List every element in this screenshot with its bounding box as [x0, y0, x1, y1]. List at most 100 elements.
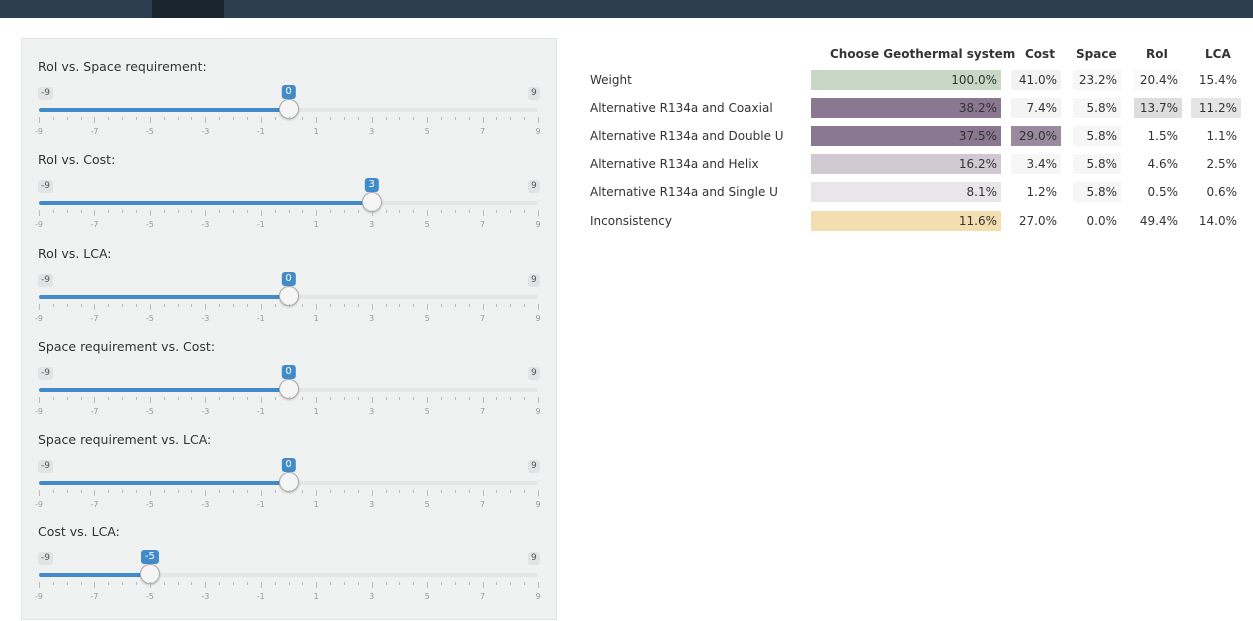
table-header-roi: RoI [1146, 47, 1168, 61]
slider-tick [136, 582, 138, 585]
slider-tick [302, 117, 304, 120]
slider-tick [39, 210, 40, 216]
slider-tick [468, 210, 470, 213]
table-cell: 37.5% [811, 126, 1001, 146]
slider-tick-label: -7 [90, 314, 99, 323]
slider-tick [39, 490, 40, 496]
slider-tick [538, 304, 539, 310]
slider-tick [80, 490, 82, 493]
slider-tick-label: -9 [35, 220, 43, 229]
slider-tick [343, 490, 345, 493]
slider-value-badge: 0 [281, 458, 296, 472]
slider-tick [538, 397, 539, 403]
slider-tick [246, 304, 248, 307]
table-cell: 38.2% [811, 98, 1001, 118]
slider-tick-label: -1 [256, 592, 265, 601]
slider-tick [233, 397, 235, 400]
slider-track[interactable] [39, 201, 538, 205]
slider-tick [39, 117, 40, 123]
table-row-label: Alternative R134a and Double U [590, 129, 784, 143]
slider-tick [274, 210, 276, 213]
slider-tick-label: -7 [90, 407, 99, 416]
slider-min-label: -9 [38, 87, 53, 100]
slider-tick [94, 582, 96, 588]
slider-tick [149, 397, 151, 403]
slider-min-label: -9 [38, 180, 53, 193]
slider-tick [108, 490, 110, 493]
slider-tick [149, 582, 151, 588]
slider-tick [510, 582, 512, 585]
slider-tick [288, 490, 290, 493]
slider-tick [413, 582, 415, 585]
slider-handle[interactable] [278, 379, 299, 399]
slider-tick [413, 490, 415, 493]
slider-handle[interactable] [139, 564, 160, 584]
slider-tick-label: -7 [90, 592, 99, 601]
slider-tick [482, 210, 484, 216]
slider-tick [260, 582, 262, 588]
slider-tick [219, 117, 221, 120]
slider-tick [427, 397, 429, 403]
slider-tick-label: -1 [256, 314, 265, 323]
slider-tick-label: 3 [369, 407, 375, 416]
slider-tick-label: 7 [480, 500, 486, 509]
table-cell: 1.2% [1011, 182, 1061, 202]
slider-tick-label: -9 [35, 407, 43, 416]
slider-tick [357, 582, 359, 585]
slider-handle[interactable] [278, 286, 299, 306]
slider-tick [371, 304, 373, 310]
slider-tick [163, 304, 165, 307]
slider-tick [274, 397, 276, 400]
slider-tick [94, 397, 96, 403]
slider-tick [233, 582, 235, 585]
slider-tick [136, 210, 138, 213]
table-cell: 41.0% [1011, 70, 1061, 90]
slider-tick-label: 9 [535, 220, 541, 229]
slider-tick-label: -3 [201, 592, 210, 601]
slider-tick [468, 117, 470, 120]
table-cell: 3.4% [1011, 154, 1061, 174]
slider-tick-label: 1 [313, 220, 319, 229]
slider-tick [39, 397, 40, 403]
slider-tick [122, 117, 124, 120]
table-cell: 27.0% [1011, 211, 1061, 231]
slider-tick [330, 117, 332, 120]
slider-tick [510, 210, 512, 213]
table-row-label: Inconsistency [590, 214, 672, 228]
slider-tick [371, 397, 373, 403]
slider-tick [399, 210, 401, 213]
slider-tick [343, 582, 345, 585]
slider-tick [482, 582, 484, 588]
table-cell: 13.7% [1134, 98, 1182, 118]
table-header-space: Space [1076, 47, 1117, 61]
slider-tick-label: 3 [369, 592, 375, 601]
table-cell: 0.0% [1073, 211, 1121, 231]
slider-tick [385, 304, 387, 307]
slider-track[interactable] [39, 573, 538, 577]
slider-label: RoI vs. LCA: [38, 246, 112, 261]
slider-group: RoI vs. Cost: -9 9 3 -9 -7 -5 -3 -1 1 3 5 7 9 [22, 152, 558, 242]
slider-tick [427, 210, 429, 216]
slider-tick [149, 304, 151, 310]
slider-tick [246, 397, 248, 400]
table-row-label: Alternative R134a and Coaxial [590, 101, 773, 115]
slider-handle[interactable] [278, 472, 299, 492]
slider-tick [94, 490, 96, 496]
slider-tick-label: 3 [369, 220, 375, 229]
slider-handle[interactable] [361, 192, 382, 212]
slider-min-label: -9 [38, 552, 53, 565]
slider-tick-label: 7 [480, 127, 486, 136]
slider-tick [371, 582, 373, 588]
slider-handle[interactable] [278, 99, 299, 119]
slider-tick [357, 490, 359, 493]
slider-value-badge: 0 [281, 85, 296, 99]
table-row-label: Alternative R134a and Helix [590, 157, 759, 171]
slider-tick [191, 210, 193, 213]
slider-group: Space requirement vs. LCA: -9 9 0 -9 -7 -5 -3 -1… [22, 432, 558, 522]
slider-tick [302, 210, 304, 213]
slider-tick [302, 304, 304, 307]
slider-tick [219, 490, 221, 493]
slider-tick [205, 304, 207, 310]
navbar-active-tab[interactable] [152, 0, 224, 18]
slider-tick [343, 210, 345, 213]
